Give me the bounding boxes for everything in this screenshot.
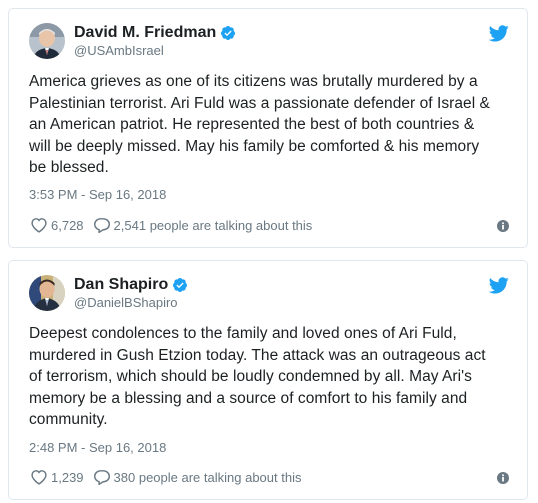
author-block[interactable]: David M. Friedman @USAmbIsrael (74, 23, 236, 59)
author-block[interactable]: Dan Shapiro @DanielBShapiro (74, 275, 188, 311)
twitter-bird-icon[interactable] (489, 277, 509, 294)
reply-bubble-icon (93, 218, 110, 233)
tweet-card[interactable]: David M. Friedman @USAmbIsrael America g… (8, 8, 528, 248)
tweet-actions: 6,728 2,541 people are talking about thi… (30, 215, 321, 235)
tweet-timestamp[interactable]: 3:53 PM - Sep 16, 2018 (29, 187, 166, 203)
tweet-text: Deepest condolences to the family and lo… (29, 325, 486, 428)
info-icon[interactable] (497, 472, 509, 484)
handle[interactable]: @USAmbIsrael (74, 43, 236, 59)
like-count: 1,239 (51, 469, 84, 485)
verified-badge-icon (221, 26, 236, 40)
conversation-count: 380 people are talking about this (113, 469, 302, 485)
like-action[interactable]: 1,239 (30, 469, 84, 485)
conversation-action[interactable]: 380 people are talking about this (93, 469, 302, 485)
tweet-header: David M. Friedman @USAmbIsrael (29, 23, 236, 59)
tweet-header: Dan Shapiro @DanielBShapiro (29, 275, 188, 311)
reply-bubble-icon (93, 470, 110, 485)
heart-icon (31, 218, 47, 233)
heart-icon (31, 470, 47, 485)
conversation-count: 2,541 people are talking about this (113, 217, 313, 233)
like-count: 6,728 (51, 217, 84, 233)
conversation-action[interactable]: 2,541 people are talking about this (93, 217, 313, 233)
handle[interactable]: @DanielBShapiro (74, 295, 188, 311)
avatar-image (29, 275, 65, 311)
avatar[interactable] (29, 275, 65, 311)
avatar-image (29, 23, 65, 59)
tweet-card[interactable]: Dan Shapiro @DanielBShapiro Deepest cond… (8, 260, 528, 500)
tweet-text: America grieves as one of its citizens w… (29, 73, 490, 176)
display-name[interactable]: Dan Shapiro (74, 275, 168, 295)
tweet-actions: 1,239 380 people are talking about this (30, 467, 310, 487)
like-action[interactable]: 6,728 (30, 217, 84, 233)
info-icon[interactable] (497, 220, 509, 232)
tweet-timestamp[interactable]: 2:48 PM - Sep 16, 2018 (29, 440, 166, 456)
display-name[interactable]: David M. Friedman (74, 23, 216, 43)
verified-badge-icon (173, 278, 188, 292)
twitter-bird-icon[interactable] (489, 25, 509, 42)
avatar[interactable] (29, 23, 65, 59)
